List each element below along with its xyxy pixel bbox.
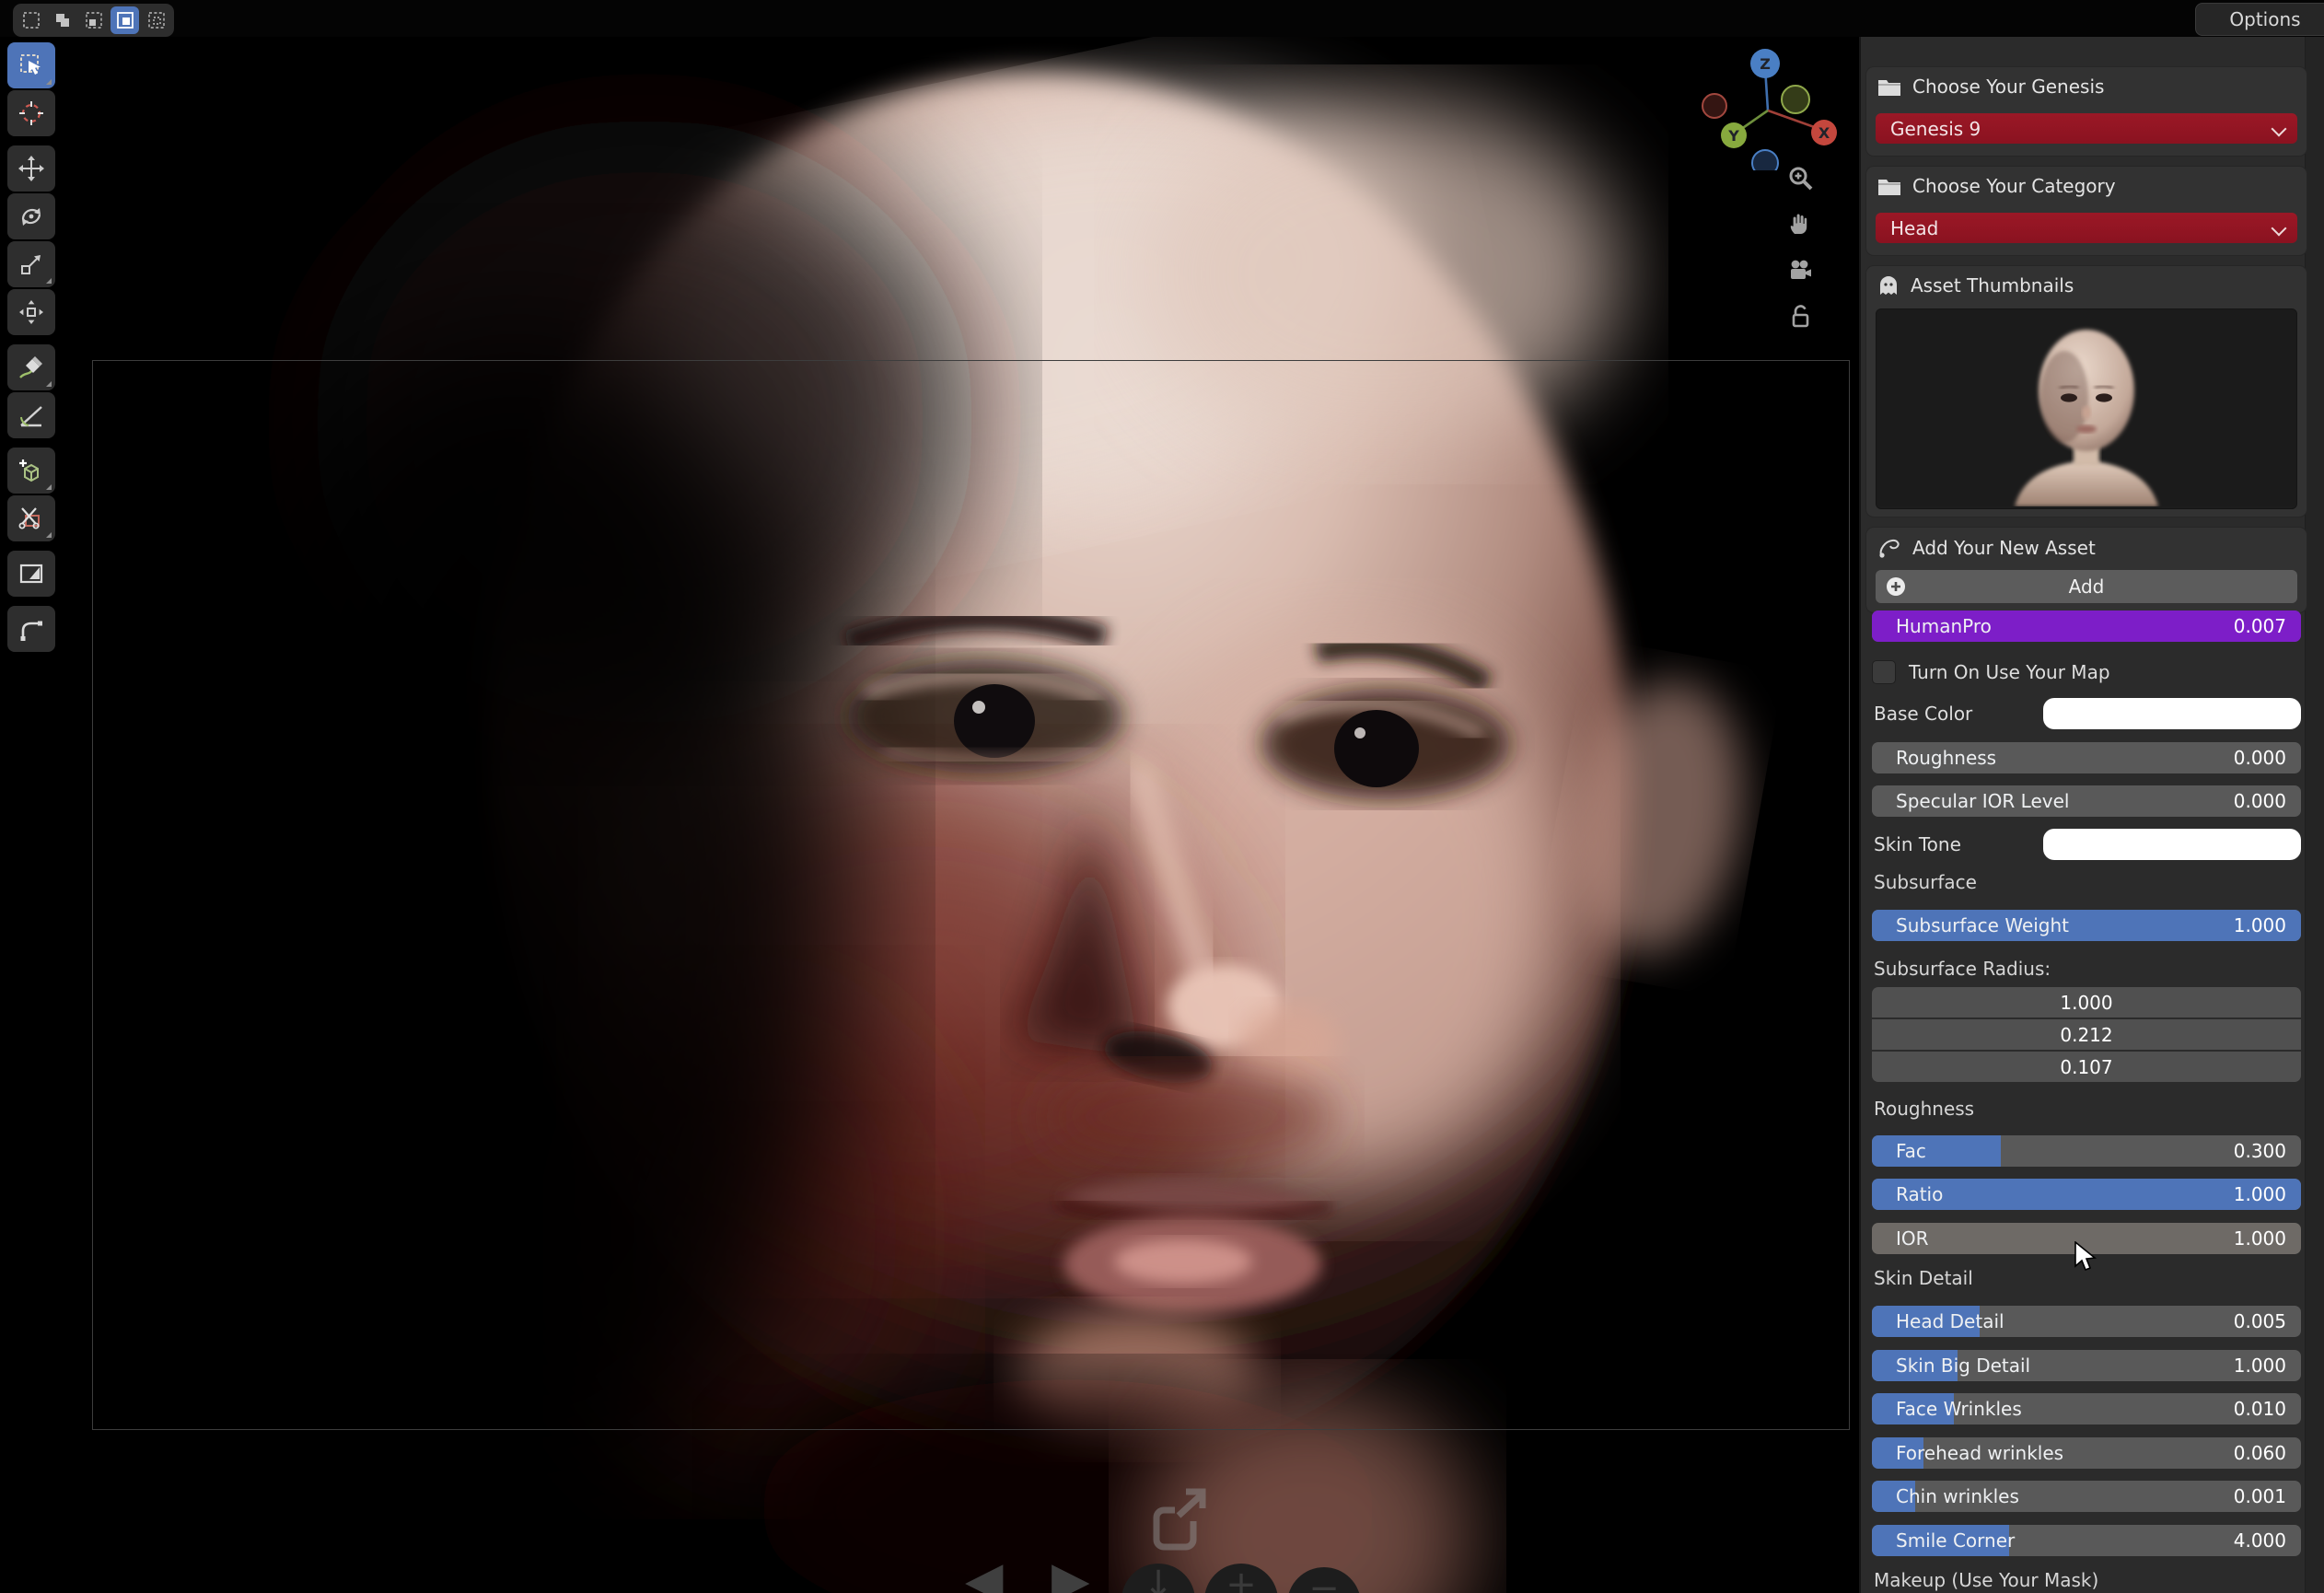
use-map-checkbox[interactable] [1872, 660, 1896, 684]
folder-icon [1877, 76, 1901, 97]
add-asset-panel-header[interactable]: Add Your New Asset [1866, 528, 2307, 568]
addon-sidebar: Welcome to HumanPro 1.0 Choose Your Gene… [1859, 0, 2324, 1593]
gizmo-axis-neg-x[interactable] [1702, 94, 1726, 118]
scale-tool[interactable] [7, 241, 55, 287]
annotate-tool[interactable] [7, 344, 55, 390]
thumbnails-panel: Asset Thumbnails [1865, 265, 2307, 517]
ratio-slider[interactable]: Ratio 1.000 [1872, 1179, 2301, 1210]
skin-tone-row: Skin Tone [1872, 829, 2301, 860]
genesis-dropdown[interactable]: Genesis 9 [1876, 113, 2297, 144]
category-panel-header[interactable]: Choose Your Category [1866, 167, 2307, 205]
select-box-tool[interactable] [7, 42, 55, 88]
select-mode-set-button[interactable] [17, 6, 45, 34]
add-asset-button[interactable]: Add [1876, 570, 2297, 603]
gizmo-axis-z[interactable]: Z [1750, 49, 1780, 78]
image-plane-tool[interactable] [7, 551, 55, 597]
pan-hand-icon[interactable] [1784, 208, 1818, 241]
measure-tool[interactable] [7, 392, 55, 438]
specular-ior-field[interactable]: Specular IOR Level 0.000 [1872, 785, 2301, 817]
curve-pen-tool[interactable] [7, 606, 55, 652]
roughness-section-label: Roughness [1874, 1098, 1974, 1120]
ghost-icon [1877, 274, 1900, 297]
thumbnails-panel-header[interactable]: Asset Thumbnails [1866, 266, 2307, 305]
chevron-down-icon [2272, 122, 2287, 137]
trim-tool[interactable] [7, 495, 55, 541]
subsurface-weight-slider[interactable]: Subsurface Weight 1.000 [1872, 910, 2301, 941]
skin-detail-label: Skin Detail [1874, 1267, 1973, 1289]
camera-view-icon[interactable] [1784, 254, 1818, 287]
gizmo-axis-neg-y[interactable] [1782, 86, 1809, 113]
subsurface-radius-label: Subsurface Radius: [1874, 958, 2051, 980]
subsurface-radius-z-field[interactable]: 0.107 [1872, 1052, 2301, 1082]
share-icon[interactable] [1144, 1484, 1214, 1554]
chin-wrinkles-slider[interactable]: Chin wrinkles 0.001 [1872, 1481, 2301, 1512]
lasso-icon [1877, 536, 1901, 560]
category-panel: Choose Your Category Head [1865, 166, 2307, 256]
smile-corner-slider[interactable]: Smile Corner 4.000 [1872, 1525, 2301, 1556]
svg-text:Y: Y [1727, 127, 1739, 145]
head-detail-slider[interactable]: Head Detail 0.005 [1872, 1306, 2301, 1337]
forward-arrow-icon[interactable]: ▶ [1052, 1551, 1090, 1593]
forehead-wrinkles-slider[interactable]: Forehead wrinkles 0.060 [1872, 1437, 2301, 1469]
gizmo-axis-y[interactable]: Y [1721, 122, 1747, 148]
subsurface-radius-x-field[interactable]: 1.000 [1872, 987, 2301, 1017]
select-mode-extend-button[interactable] [79, 6, 108, 34]
cursor-3d-tool[interactable] [7, 90, 55, 136]
svg-text:Z: Z [1760, 55, 1771, 73]
gizmo-axis-x[interactable]: X [1811, 120, 1837, 145]
select-mode-new-button[interactable] [48, 6, 76, 34]
viewport-header: Options [0, 0, 2324, 37]
makeup-label: Makeup (Use Your Mask) [1874, 1569, 2098, 1591]
folder-icon [1877, 176, 1901, 196]
lock-icon[interactable] [1784, 300, 1818, 333]
face-wrinkles-slider[interactable]: Face Wrinkles 0.010 [1872, 1393, 2301, 1424]
subsurface-radius-y-field[interactable]: 0.212 [1872, 1019, 2301, 1050]
genesis-panel: Choose Your Genesis Genesis 9 [1865, 66, 2307, 157]
roughness-field[interactable]: Roughness 0.000 [1872, 742, 2301, 773]
sidebar-scroll-gutter[interactable] [2305, 0, 2324, 1593]
svg-text:X: X [1819, 124, 1830, 142]
select-mode-subtract-button[interactable] [110, 6, 139, 34]
base-color-row: Base Color [1872, 698, 2301, 729]
blender-window: Options [0, 0, 2324, 1593]
subsurface-label: Subsurface [1874, 871, 1977, 893]
base-color-swatch[interactable] [2043, 698, 2301, 729]
gizmo-axis-neg-z[interactable] [1752, 150, 1778, 170]
fac-slider[interactable]: Fac 0.300 [1872, 1135, 2301, 1167]
select-mode-group [13, 4, 174, 37]
plus-circle-icon [1885, 576, 1907, 598]
rotate-tool[interactable] [7, 193, 55, 239]
move-tool[interactable] [7, 145, 55, 192]
category-dropdown[interactable]: Head [1876, 213, 2297, 243]
use-map-row: Turn On Use Your Map [1872, 658, 2301, 686]
asset-thumbnail[interactable] [1876, 308, 2297, 509]
asset-thumbnail-image [1877, 309, 2296, 506]
transform-tool[interactable] [7, 289, 55, 335]
add-asset-panel: Add Your New Asset Add [1865, 527, 2307, 613]
mouse-cursor [2074, 1241, 2101, 1274]
humanpro-slider[interactable]: HumanPro 0.007 [1872, 610, 2301, 642]
options-button[interactable]: Options [2195, 3, 2324, 36]
zoom-icon[interactable] [1784, 162, 1818, 195]
chevron-down-icon [2272, 221, 2287, 237]
navigation-gizmo[interactable]: Z X Y [1699, 41, 1846, 170]
skin-big-detail-slider[interactable]: Skin Big Detail 1.000 [1872, 1350, 2301, 1381]
back-arrow-icon[interactable]: ◀ [965, 1551, 1004, 1593]
select-mode-intersect-button[interactable] [142, 6, 170, 34]
viewport-nav-icons [1784, 162, 1818, 333]
skin-tone-swatch[interactable] [2043, 829, 2301, 860]
genesis-panel-header[interactable]: Choose Your Genesis [1866, 67, 2307, 106]
add-cube-tool[interactable] [7, 448, 55, 494]
camera-frame-border [92, 360, 1850, 1430]
